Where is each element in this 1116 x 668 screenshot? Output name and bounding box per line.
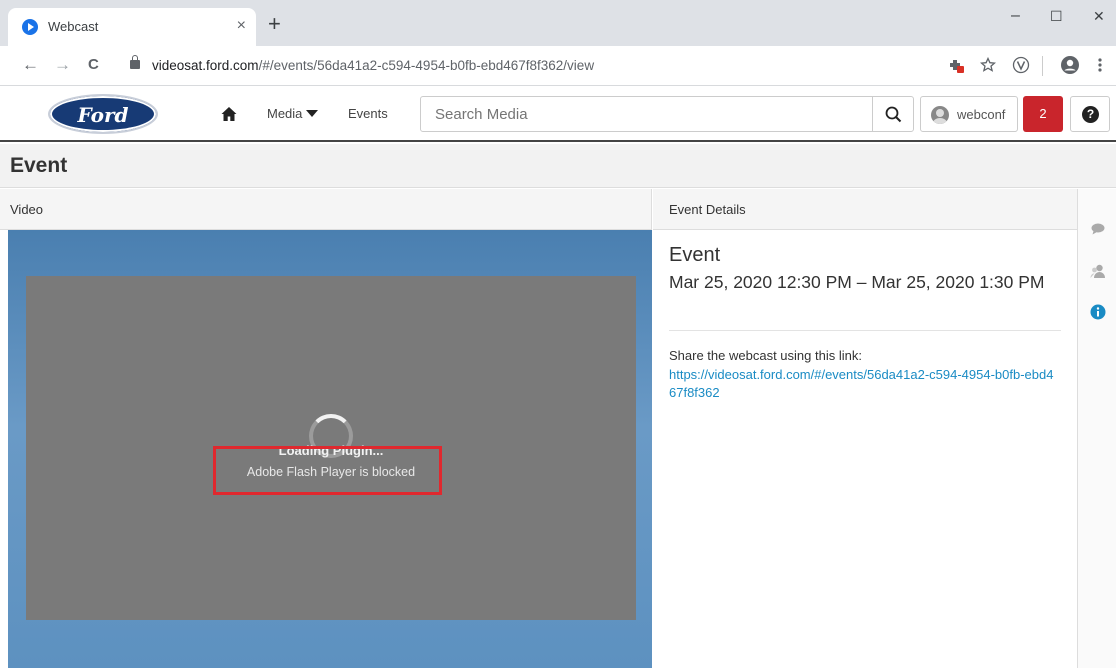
video-panel: Video Loading Plugin... Adobe Flash Play… (0, 189, 652, 668)
extension-blocked-icon[interactable] (948, 57, 964, 73)
address-bar[interactable]: videosat.ford.com/#/events/56da41a2-c594… (118, 51, 918, 81)
chat-icon[interactable] (1090, 221, 1106, 237)
video-panel-header: Video (0, 189, 651, 230)
event-details-panel: Event Details Event Mar 25, 2020 12:30 P… (653, 189, 1077, 668)
help-button[interactable]: ? (1070, 96, 1110, 132)
notifications-button[interactable]: 2 (1023, 96, 1063, 132)
search-icon (885, 106, 902, 123)
page-title: Event (10, 154, 68, 177)
back-button[interactable]: ← (22, 55, 39, 75)
share-label: Share the webcast using this link: (669, 348, 862, 363)
tab-close-icon[interactable]: × (237, 16, 246, 36)
reload-button[interactable]: C (88, 55, 99, 75)
site-header: Ford Media Events webconf 2 ? (0, 86, 1116, 142)
forward-button[interactable]: → (54, 55, 71, 75)
browser-tab-strip: Webcast × + – ☐ ✕ (0, 0, 1116, 46)
star-icon[interactable] (980, 57, 996, 73)
home-icon[interactable] (221, 106, 237, 122)
share-link[interactable]: https://videosat.ford.com/#/events/56da4… (669, 366, 1054, 402)
user-menu-button[interactable]: webconf (920, 96, 1018, 132)
new-tab-button[interactable]: + (268, 13, 281, 35)
menu-icon[interactable] (1097, 57, 1103, 73)
toolbar-divider (1042, 56, 1043, 76)
browser-tab[interactable]: Webcast × (8, 8, 256, 46)
search-input[interactable] (421, 97, 877, 131)
users-icon[interactable] (1090, 263, 1106, 279)
event-name: Event (669, 244, 721, 266)
v-extension-icon[interactable] (1012, 56, 1030, 74)
search-field (420, 96, 878, 132)
side-rail (1077, 189, 1116, 668)
ford-logo[interactable]: Ford (48, 94, 158, 134)
avatar (931, 106, 949, 124)
tab-title: Webcast (48, 19, 99, 34)
nav-media-menu[interactable]: Media (267, 106, 319, 121)
event-time-range: Mar 25, 2020 12:30 PM – Mar 25, 2020 1:3… (669, 272, 1045, 292)
search-button[interactable] (872, 96, 914, 132)
video-panel-heading: Video (10, 202, 44, 217)
info-icon[interactable] (1090, 304, 1106, 320)
help-icon: ? (1082, 106, 1099, 123)
browser-toolbar: ← → C videosat.ford.com/#/events/56da41a… (0, 46, 1116, 86)
maximize-button[interactable]: ☐ (1050, 6, 1063, 26)
close-window-button[interactable]: ✕ (1093, 6, 1105, 26)
highlight-annotation-box (213, 446, 442, 495)
page-title-bar: Event (0, 144, 1116, 188)
url-text: videosat.ford.com/#/events/56da41a2-c594… (152, 58, 595, 73)
profile-icon[interactable] (1060, 55, 1080, 75)
chevron-down-icon (306, 110, 319, 117)
user-name: webconf (957, 107, 1006, 122)
event-details-heading: Event Details (669, 202, 746, 217)
minimize-button[interactable]: – (1011, 6, 1020, 26)
nav-events-link[interactable]: Events (348, 106, 388, 121)
details-divider (669, 330, 1061, 331)
lock-icon (130, 55, 140, 69)
event-details-header: Event Details (653, 189, 1077, 230)
webcast-favicon-icon (22, 19, 38, 35)
